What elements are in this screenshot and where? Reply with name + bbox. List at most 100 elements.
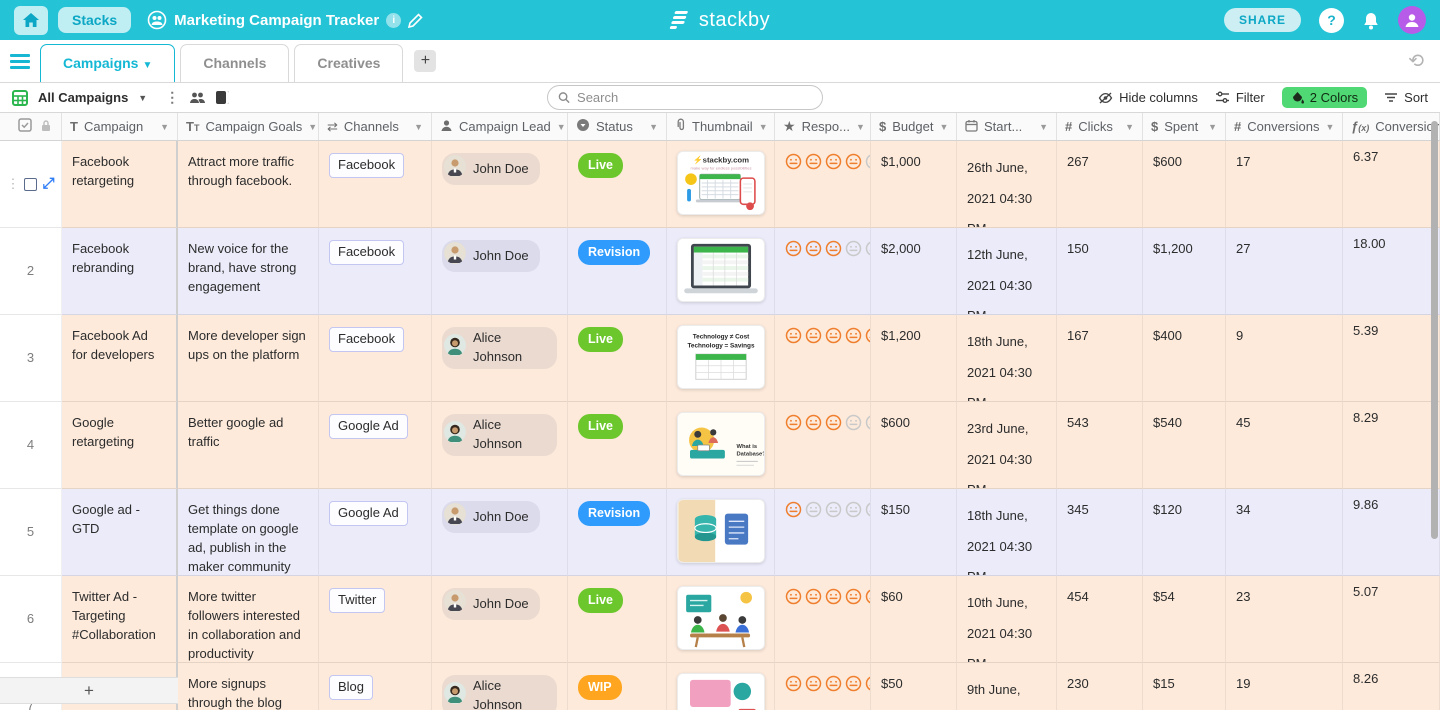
column-caret-icon[interactable]: ▼ [557,122,566,132]
cell-channel[interactable]: Google Ad [319,402,432,489]
cell-conversions[interactable]: 23 [1226,576,1343,663]
column-header-thumbnail[interactable]: Thumbnail ▼ [667,113,775,140]
cell-thumbnail[interactable] [667,663,775,710]
cell-lead[interactable]: Alice Johnson [432,402,568,489]
rating-smiley-icon[interactable] [785,240,802,263]
cell-budget[interactable]: $60 [871,576,957,663]
cell-status[interactable]: Live [568,315,667,402]
cell-handle[interactable]: 5 [0,489,62,576]
cell-start[interactable]: 9th June, 2021 04:30 PM [957,663,1057,710]
cell-conversion[interactable]: 8.29 [1343,402,1440,489]
cell-rating[interactable] [775,402,871,489]
cell-conversion[interactable]: 5.39 [1343,315,1440,402]
cell-thumbnail[interactable]: ⚡stackby.com make way for endless possibi… [667,141,775,228]
rating-smiley-icon[interactable] [785,675,802,698]
row-checkbox[interactable] [24,177,38,191]
rating-smiley-icon[interactable] [825,153,842,176]
thumbnail-image[interactable] [677,499,765,563]
rating-smiley-icon[interactable] [805,414,822,437]
cell-channel[interactable]: Google Ad [319,489,432,576]
column-caret-icon[interactable]: ▼ [1039,122,1048,132]
cell-handle[interactable]: 2 [0,228,62,315]
view-options-kebab-icon[interactable]: ⋮ [165,89,179,106]
edit-title-icon[interactable] [408,12,423,28]
cell-budget[interactable]: $50 [871,663,957,710]
column-header-conversion[interactable]: ƒ(x) Conversion [1343,113,1440,140]
cell-lead[interactable]: John Doe [432,228,568,315]
cell-budget[interactable]: $600 [871,402,957,489]
user-avatar[interactable] [1398,6,1426,34]
rating-smiley-icon[interactable] [805,327,822,350]
cell-channel[interactable]: Facebook [319,315,432,402]
search-box[interactable] [547,85,823,110]
rating-smiley-icon[interactable] [825,414,842,437]
column-caret-icon[interactable]: ▼ [649,122,658,132]
cell-rating[interactable] [775,141,871,228]
rating-smiley-icon[interactable] [785,414,802,437]
cell-start[interactable]: 23rd June, 2021 04:30 PM [957,402,1057,489]
column-caret-icon[interactable]: ▼ [414,122,423,132]
tab-creatives[interactable]: Creatives [294,44,404,82]
cell-thumbnail[interactable] [667,489,775,576]
rating-smiley-icon[interactable] [805,240,822,263]
add-row-button[interactable]: + [0,677,178,704]
cell-rating[interactable] [775,228,871,315]
rating-smiley-icon[interactable] [845,501,862,524]
cell-channel[interactable]: Facebook [319,141,432,228]
cell-goals[interactable]: New voice for the brand, have strong eng… [178,228,319,315]
rating-smiley-icon[interactable] [805,675,822,698]
cell-lead[interactable]: John Doe [432,141,568,228]
cell-clicks[interactable]: 543 [1057,402,1143,489]
cell-thumbnail[interactable] [667,576,775,663]
rating-smiley-icon[interactable] [825,675,842,698]
column-header-lead[interactable]: Campaign Lead ▼ [432,113,568,140]
cell-status[interactable]: Live [568,402,667,489]
cell-conversions[interactable]: 45 [1226,402,1343,489]
cell-start[interactable]: 18th June, 2021 04:30 PM [957,489,1057,576]
cell-thumbnail[interactable]: What is Database? [667,402,775,489]
cell-channel[interactable]: Blog [319,663,432,710]
rating-smiley-icon[interactable] [825,240,842,263]
cell-clicks[interactable]: 150 [1057,228,1143,315]
rating-smiley-icon[interactable] [845,153,862,176]
rating-smiley-icon[interactable] [785,588,802,611]
cell-goals[interactable]: Get things done template on google ad, p… [178,489,319,576]
help-button[interactable]: ? [1319,7,1344,33]
cell-lead[interactable]: John Doe [432,489,568,576]
column-caret-icon[interactable]: ▼ [1326,122,1335,132]
panel-toggle-icon[interactable] [216,91,230,104]
column-header-spent[interactable]: $ Spent ▼ [1143,113,1226,140]
cell-goals[interactable]: More signups through the blog [178,663,319,710]
thumbnail-image[interactable] [677,586,765,650]
cell-rating[interactable] [775,315,871,402]
rating-smiley-icon[interactable] [785,153,802,176]
add-table-button[interactable]: + [414,50,437,72]
column-caret-icon[interactable]: ▼ [308,122,317,132]
cell-conversions[interactable]: 34 [1226,489,1343,576]
expand-row-icon[interactable]: ⤢ [42,173,54,195]
cell-campaign[interactable]: Google retargeting [62,402,178,489]
cell-clicks[interactable]: 230 [1057,663,1143,710]
cell-thumbnail[interactable] [667,228,775,315]
cell-status[interactable]: Live [568,141,667,228]
rating-smiley-icon[interactable] [785,501,802,524]
cell-clicks[interactable]: 454 [1057,576,1143,663]
rating-smiley-icon[interactable] [825,588,842,611]
cell-spent[interactable]: $120 [1143,489,1226,576]
rating-smiley-icon[interactable] [825,327,842,350]
cell-rating[interactable] [775,489,871,576]
rating-smiley-icon[interactable] [805,501,822,524]
hide-columns-button[interactable]: Hide columns [1098,90,1198,105]
rating-smiley-icon[interactable] [825,501,842,524]
menu-hamburger-icon[interactable] [10,51,30,72]
column-caret-icon[interactable]: ▼ [1208,122,1217,132]
column-caret-icon[interactable]: ▼ [856,122,865,132]
column-header-status[interactable]: Status ▼ [568,113,667,140]
drag-handle-icon[interactable]: ⋮ [6,175,19,194]
thumbnail-image[interactable]: ⚡stackby.com make way for endless possibi… [677,151,765,215]
cell-start[interactable]: 10th June, 2021 04:30 PM [957,576,1057,663]
rating-smiley-icon[interactable] [845,414,862,437]
thumbnail-image[interactable] [677,238,765,302]
cell-lead[interactable]: Alice Johnson [432,315,568,402]
cell-campaign[interactable]: Google ad - GTD [62,489,178,576]
